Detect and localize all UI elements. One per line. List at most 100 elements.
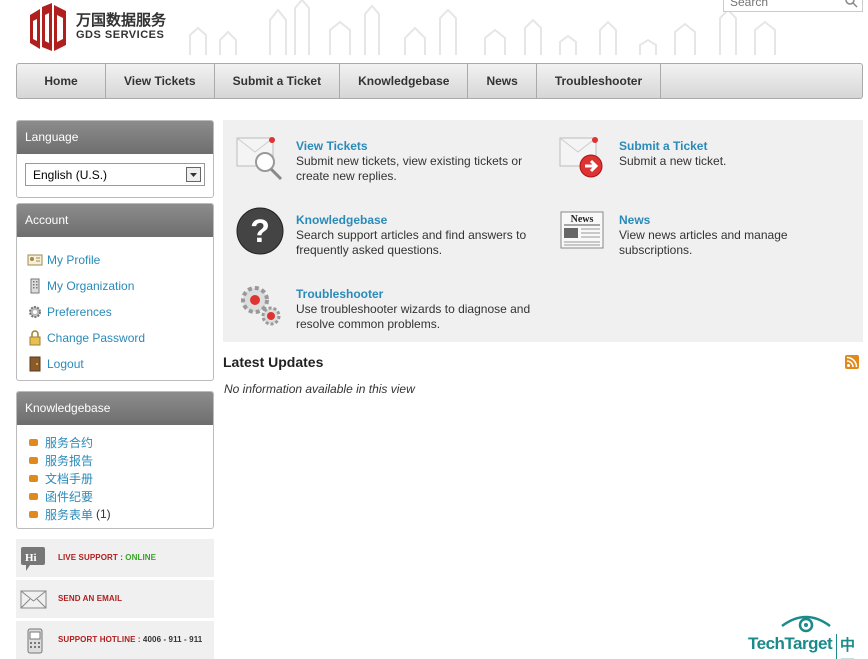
tile-knowledgebase[interactable]: ? Knowledgebase Search support articles … (223, 194, 526, 268)
account-item-change-password[interactable]: Change Password (27, 325, 213, 351)
account-item-label[interactable]: Preferences (47, 305, 112, 319)
kb-category-label[interactable]: 服务表单 (45, 506, 93, 523)
hotline-label: SUPPORT HOTLINE : 4006 - 911 - 911 (58, 635, 202, 644)
tile-troubleshooter[interactable]: Troubleshooter Use troubleshooter wizard… (223, 268, 530, 342)
kb-category-item[interactable]: 函件纪要 (29, 487, 213, 505)
techtarget-brand: TechTarget (748, 634, 833, 653)
account-title: Account (17, 204, 213, 237)
hotline-row: SUPPORT HOTLINE : 4006 - 911 - 911 (16, 621, 214, 659)
svg-text:?: ? (250, 213, 270, 249)
submit-arrow-icon (559, 137, 603, 178)
nav-news[interactable]: News (468, 64, 537, 98)
send-email-row[interactable]: SEND AN EMAIL (16, 580, 214, 618)
hotline-text: SUPPORT HOTLINE : (58, 635, 141, 644)
techtarget-logo[interactable]: TechTarget 中国 (748, 612, 866, 659)
nav-home[interactable]: Home (17, 64, 106, 98)
live-support-row[interactable]: Hi LIVE SUPPORT : ONLINE (16, 539, 214, 577)
account-item-label[interactable]: My Organization (47, 279, 134, 293)
rss-icon[interactable] (845, 355, 859, 369)
tile-desc: Submit a new ticket. (619, 154, 727, 168)
kb-category-label[interactable]: 服务报告 (45, 452, 93, 469)
gear-icon (29, 306, 41, 318)
box-bullet-icon (29, 456, 38, 464)
kb-category-item[interactable]: 服务表单 (1) (29, 505, 213, 523)
language-select[interactable]: English (U.S.) (25, 163, 205, 186)
account-item-label[interactable]: Change Password (47, 331, 145, 345)
hotline-number: 4006 - 911 - 911 (142, 635, 203, 644)
nav-troubleshooter[interactable]: Troubleshooter (537, 64, 662, 98)
logo-text: 万国数据服务 GDS SERVICES (76, 13, 166, 42)
box-bullet-icon (29, 474, 38, 482)
profile-card-icon (27, 254, 43, 266)
account-item-logout[interactable]: Logout (27, 351, 213, 377)
tile-desc: View news articles and manage subscripti… (619, 228, 788, 257)
gds-logo[interactable]: 万国数据服务 GDS SERVICES (26, 3, 166, 53)
logo-cn: 万国数据服务 (76, 12, 167, 29)
eye-icon (781, 615, 831, 633)
account-box: Account My Profile My Organization Prefe… (16, 203, 214, 381)
account-item-label[interactable]: Logout (47, 357, 84, 371)
no-info-message: No information available in this view (224, 382, 415, 396)
techtarget-brand-cn: 中国 (836, 634, 866, 659)
gds-logo-icon (30, 3, 66, 51)
chat-bubble-icon: Hi (21, 547, 45, 571)
tile-title[interactable]: Knowledgebase (296, 213, 387, 227)
knowledgebase-title: Knowledgebase (17, 392, 213, 425)
kb-category-item[interactable]: 服务合约 (29, 433, 213, 451)
magnifier-document-icon (236, 137, 283, 181)
building-icon (30, 278, 40, 294)
tile-title[interactable]: News (619, 213, 650, 227)
search-input[interactable] (724, 0, 834, 11)
logo-en: GDS SERVICES (76, 29, 165, 41)
nav-submit-ticket[interactable]: Submit a Ticket (215, 64, 341, 98)
account-item-organization[interactable]: My Organization (27, 273, 213, 299)
box-bullet-icon (29, 510, 38, 518)
tile-view-tickets[interactable]: View Tickets Submit new tickets, view ex… (223, 120, 523, 194)
tile-title[interactable]: Submit a Ticket (619, 139, 707, 153)
tile-desc: Search support articles and find answers… (296, 228, 527, 257)
live-support-label: LIVE SUPPORT : ONLINE (58, 553, 156, 562)
search-icon[interactable] (844, 0, 858, 8)
account-list: My Profile My Organization Preferences C… (17, 237, 213, 377)
tile-submit-ticket[interactable]: Submit a Ticket Submit a new ticket. (546, 120, 846, 194)
phone-icon (27, 628, 43, 654)
live-support-status: ONLINE (125, 553, 157, 562)
tile-desc: Submit new tickets, view existing ticket… (296, 154, 523, 183)
box-bullet-icon (29, 438, 38, 446)
language-box: Language English (U.S.) (16, 120, 214, 198)
knowledgebase-box: Knowledgebase 服务合约 服务报告 文档手册 函件纪要 服务表单 (1… (16, 391, 214, 529)
kb-category-label[interactable]: 函件纪要 (45, 488, 93, 505)
nav-knowledgebase[interactable]: Knowledgebase (340, 64, 469, 98)
tile-desc: Use troubleshooter wizards to diagnose a… (296, 302, 531, 331)
account-item-preferences[interactable]: Preferences (27, 299, 213, 325)
lock-icon (29, 330, 41, 346)
language-selected: English (U.S.) (33, 168, 108, 182)
send-email-label: SEND AN EMAIL (58, 594, 123, 603)
kb-category-label[interactable]: 文档手册 (45, 470, 93, 487)
kb-category-count: (1) (96, 507, 111, 521)
kb-category-item[interactable]: 服务报告 (29, 451, 213, 469)
live-support-text: LIVE SUPPORT : (58, 553, 123, 562)
tile-news[interactable]: News News View news articles and manage … (546, 194, 846, 268)
kb-category-item[interactable]: 文档手册 (29, 469, 213, 487)
chevron-down-icon[interactable] (186, 167, 201, 182)
search-box[interactable] (723, 0, 863, 12)
nav-view-tickets[interactable]: View Tickets (106, 64, 215, 98)
skyline-decoration (189, 0, 776, 55)
newspaper-icon: News (560, 211, 604, 249)
main-nav: Home View Tickets Submit a Ticket Knowle… (16, 63, 863, 99)
news-badge: News (571, 214, 594, 225)
tile-title[interactable]: View Tickets (296, 139, 368, 153)
kb-category-label[interactable]: 服务合约 (45, 434, 93, 451)
account-item-profile[interactable]: My Profile (27, 247, 213, 273)
tile-title[interactable]: Troubleshooter (296, 287, 383, 301)
language-title: Language (17, 121, 213, 154)
box-bullet-icon (29, 492, 38, 500)
kb-category-list: 服务合约 服务报告 文档手册 函件纪要 服务表单 (1) (17, 425, 213, 523)
envelope-icon (20, 590, 47, 609)
account-item-label[interactable]: My Profile (47, 253, 100, 267)
hi-badge: Hi (25, 552, 37, 564)
question-icon: ? (236, 207, 284, 255)
main-tiles-panel: View Tickets Submit new tickets, view ex… (223, 120, 863, 342)
door-icon (29, 356, 41, 372)
